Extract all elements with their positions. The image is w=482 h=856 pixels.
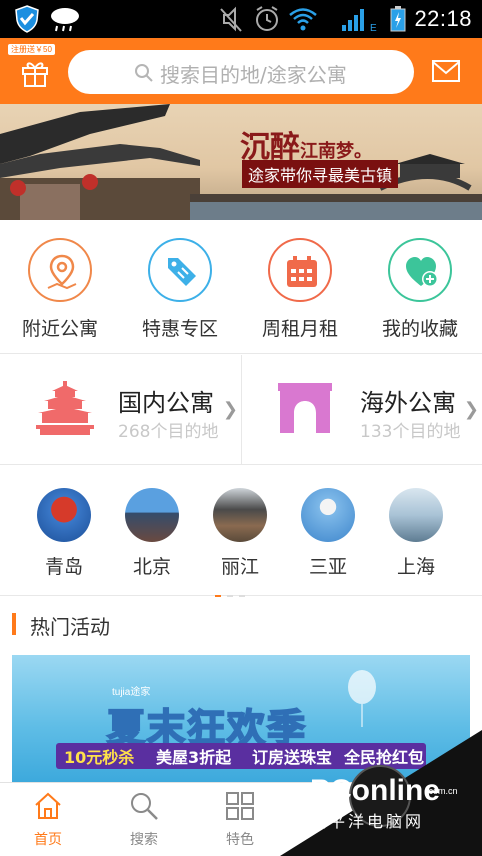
status-bar: E 22:18 xyxy=(0,0,482,38)
alarm-icon xyxy=(256,6,278,31)
tab-featured[interactable]: 特色 xyxy=(192,791,288,849)
chevron-right-icon: ❯ xyxy=(463,399,479,420)
section-accent-bar xyxy=(12,613,16,635)
region-overseas[interactable]: 海外公寓 133个目的地 ❯ xyxy=(241,355,481,465)
banner-title-small: 江南梦。 xyxy=(300,141,372,162)
city-name: 丽江 xyxy=(220,556,259,578)
balloon-illustration xyxy=(348,670,376,727)
region-title: 国内公寓 xyxy=(118,389,214,417)
city-name: 北京 xyxy=(132,556,171,578)
banner-subtitle: 途家带你寻最美古镇 xyxy=(242,160,399,188)
heart-plus-icon xyxy=(406,257,438,287)
promo-item: 10元秒杀 xyxy=(64,748,135,767)
quick-link-favorites[interactable]: 我的收藏 xyxy=(360,238,480,341)
region-domestic[interactable]: 国内公寓 268个目的地 ❯ xyxy=(0,355,240,465)
tab-label: 首页 xyxy=(34,832,62,848)
quick-link-label: 我的收藏 xyxy=(381,318,458,340)
city-name: 青岛 xyxy=(44,556,83,578)
arch-icon xyxy=(278,383,332,433)
tab-label: 搜索 xyxy=(130,832,158,848)
shield-icon xyxy=(15,5,39,33)
city-shanghai[interactable]: 上海 xyxy=(371,488,461,579)
signal-icon: E xyxy=(342,9,377,33)
city-photo xyxy=(37,488,91,542)
city-photo xyxy=(301,488,355,542)
price-tag-icon xyxy=(168,258,196,286)
signup-bonus-badge: 注册送￥50 xyxy=(8,44,55,55)
calendar-icon xyxy=(287,256,317,287)
quick-link-deals[interactable]: 特惠专区 xyxy=(120,238,240,341)
quick-link-rentals[interactable]: 周租月租 xyxy=(240,238,360,341)
region-entries: 国内公寓 268个目的地 ❯ 海外公寓 133个目的地 ❯ xyxy=(0,355,482,465)
chevron-right-icon: ❯ xyxy=(222,399,238,420)
search-icon xyxy=(135,64,153,82)
search-icon xyxy=(131,793,158,820)
section-title: 热门活动 xyxy=(30,615,110,639)
city-photo xyxy=(213,488,267,542)
search-input[interactable]: 搜索目的地/途家公寓 xyxy=(68,50,414,94)
quick-link-label: 附近公寓 xyxy=(21,318,98,340)
city-beijing[interactable]: 北京 xyxy=(107,488,197,579)
watermark: PConline .com.cn 太平洋电脑网 xyxy=(280,730,482,856)
city-carousel: 青岛 北京 丽江 三亚 上海 xyxy=(0,466,482,599)
tab-search[interactable]: 搜索 xyxy=(96,791,192,849)
region-title: 海外公寓 xyxy=(360,389,456,417)
mute-icon xyxy=(220,6,242,32)
quick-link-label: 特惠专区 xyxy=(141,318,218,340)
gift-icon[interactable] xyxy=(20,58,50,88)
watermark-logo: PConline xyxy=(310,774,441,807)
quick-link-label: 周租月租 xyxy=(261,318,338,340)
wifi-icon xyxy=(289,8,317,31)
watermark-cn: 太平洋电脑网 xyxy=(310,812,425,831)
quick-links: 附近公寓 特惠专区 周租月租 我的收藏 xyxy=(0,222,482,354)
tab-label: 特色 xyxy=(226,832,254,848)
city-lijiang[interactable]: 丽江 xyxy=(195,488,285,579)
city-photo xyxy=(125,488,179,542)
battery-icon xyxy=(390,6,406,32)
grid-icon xyxy=(226,792,254,820)
city-qingdao[interactable]: 青岛 xyxy=(19,488,109,579)
clock: 22:18 xyxy=(414,6,472,31)
quick-link-nearby[interactable]: 附近公寓 xyxy=(0,238,120,341)
quick-link-circle xyxy=(388,238,452,302)
map-pin-icon xyxy=(47,254,77,290)
region-count: 268个目的地 xyxy=(118,422,219,442)
search-placeholder: 搜索目的地/途家公寓 xyxy=(160,63,347,87)
app-screen: E 22:18 注册送￥50 搜索目的地/途家公寓 沉醉江南梦。 途家带你寻最美… xyxy=(0,0,482,856)
city-sanya[interactable]: 三亚 xyxy=(283,488,373,579)
city-photo xyxy=(389,488,443,542)
weather-rain-icon xyxy=(51,8,79,32)
quick-link-circle xyxy=(28,238,92,302)
watermark-domain: .com.cn xyxy=(426,786,458,796)
mail-icon[interactable] xyxy=(432,60,460,82)
app-header: 注册送￥50 搜索目的地/途家公寓 xyxy=(0,38,482,104)
svg-text:E: E xyxy=(370,23,377,33)
promo-item: 美屋3折起 xyxy=(156,748,232,767)
quick-link-circle xyxy=(268,238,332,302)
temple-icon xyxy=(36,381,94,435)
tab-home[interactable]: 首页 xyxy=(0,791,96,849)
city-name: 上海 xyxy=(396,556,435,578)
home-icon xyxy=(35,792,61,819)
promo-brand: tujia途家 xyxy=(112,687,151,698)
region-count: 133个目的地 xyxy=(360,422,461,442)
quick-link-circle xyxy=(148,238,212,302)
banner-water xyxy=(190,202,482,220)
promo-banner[interactable]: 沉醉江南梦。 途家带你寻最美古镇 xyxy=(0,104,482,220)
city-name: 三亚 xyxy=(308,556,347,578)
